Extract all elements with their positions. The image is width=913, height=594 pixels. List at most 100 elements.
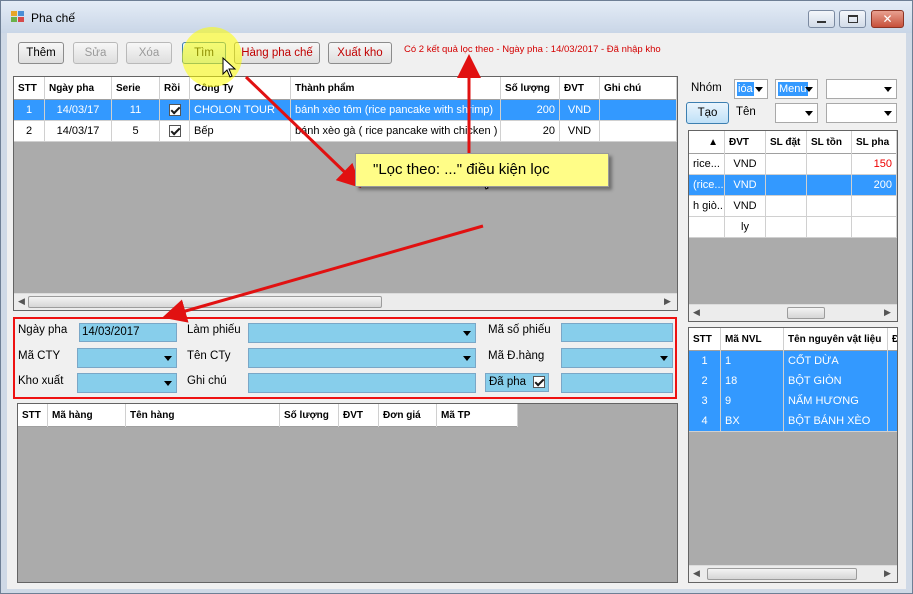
- scroll-thumb[interactable]: [707, 568, 857, 580]
- warehouse-combo[interactable]: [77, 373, 177, 393]
- delete-button[interactable]: Xóa: [126, 42, 172, 64]
- col-quantity[interactable]: Số lượng: [280, 404, 339, 427]
- scroll-left-icon[interactable]: ◀: [693, 568, 700, 579]
- list-item[interactable]: ly: [689, 217, 897, 238]
- export-button[interactable]: Xuất kho: [328, 42, 392, 64]
- company-name-combo[interactable]: [248, 348, 476, 368]
- filter-combo-1[interactable]: [826, 79, 897, 99]
- scroll-left-icon[interactable]: ◀: [18, 296, 25, 307]
- col-material-code[interactable]: Mã NVL: [721, 328, 784, 351]
- cell-ordered: [766, 154, 807, 175]
- table-row[interactable]: 2 14/03/17 5 Bếp bánh xèo gà ( rice panc…: [14, 121, 677, 142]
- note-field[interactable]: [248, 373, 476, 393]
- col-note[interactable]: Ghi chú: [600, 77, 677, 100]
- col-stt[interactable]: STT: [14, 77, 45, 100]
- products-button[interactable]: Hàng pha chế: [234, 42, 320, 64]
- chevron-down-icon[interactable]: [884, 87, 892, 92]
- main-grid[interactable]: STT Ngày pha Serie Rồi Công Ty Thành phẩ…: [13, 76, 678, 311]
- scroll-thumb[interactable]: [787, 307, 825, 319]
- list-item[interactable]: 2 18 BỘT GIÒN: [689, 371, 897, 392]
- col-company[interactable]: Công Ty: [190, 77, 291, 100]
- done-checkbox[interactable]: [168, 125, 181, 138]
- scroll-left-icon[interactable]: ◀: [693, 307, 700, 318]
- scroll-thumb[interactable]: [28, 296, 382, 308]
- list-item[interactable]: 1 1 CỐT DỪA: [689, 351, 897, 372]
- chevron-down-icon[interactable]: [660, 356, 668, 361]
- done-checkbox[interactable]: [168, 104, 181, 117]
- menu-combo[interactable]: Menu: [775, 79, 818, 99]
- material-grid-hscrollbar[interactable]: ◀ ▶: [689, 565, 897, 582]
- col-date[interactable]: Ngày pha: [45, 77, 112, 100]
- chevron-down-icon[interactable]: [463, 356, 471, 361]
- sort-icon[interactable]: ▲: [689, 131, 725, 154]
- scroll-right-icon[interactable]: ▶: [884, 568, 891, 579]
- annotation-callout: "Lọc theo: ..." điều kiện lọc: [355, 153, 609, 187]
- name-combo[interactable]: [775, 103, 818, 123]
- col-ordered[interactable]: SL đặt: [766, 131, 807, 154]
- order-code-combo[interactable]: [561, 348, 673, 368]
- col-unit[interactable]: ĐVT: [725, 131, 766, 154]
- table-row[interactable]: 1 14/03/17 11 CHOLON TOUR bánh xèo tôm (…: [14, 100, 677, 121]
- chevron-down-icon[interactable]: [884, 111, 892, 116]
- group-combo[interactable]: ióa: [734, 79, 768, 99]
- create-button[interactable]: Tạo: [686, 102, 729, 124]
- upper-grid-hscrollbar[interactable]: ◀ ▶: [689, 304, 897, 321]
- mixed-checkbox-box[interactable]: Đã pha: [485, 373, 549, 392]
- col-stt[interactable]: STT: [18, 404, 48, 427]
- company-code-combo[interactable]: [77, 348, 177, 368]
- ticket-field[interactable]: [561, 323, 673, 342]
- app-icon: [11, 11, 24, 22]
- close-button[interactable]: ✕: [871, 10, 904, 28]
- maximize-button[interactable]: [839, 10, 866, 28]
- col-unit[interactable]: ĐVT: [339, 404, 379, 427]
- col-price[interactable]: Đơn giá: [379, 404, 437, 427]
- col-product-code[interactable]: Mã TP: [437, 404, 518, 427]
- mixed-checkbox[interactable]: [533, 376, 545, 388]
- cell-stock: [807, 217, 852, 238]
- edit-button[interactable]: Sửa: [73, 42, 118, 64]
- list-item[interactable]: (rice... VND 200: [689, 175, 897, 196]
- cell-unit: VND: [560, 121, 600, 142]
- cell-done[interactable]: [160, 100, 190, 121]
- date-field[interactable]: 14/03/2017: [79, 323, 177, 342]
- chevron-down-icon[interactable]: [755, 87, 763, 92]
- extra-field[interactable]: [561, 373, 673, 393]
- col-stt[interactable]: STT: [689, 328, 721, 351]
- add-button[interactable]: Thêm: [18, 42, 64, 64]
- cell-done[interactable]: [160, 121, 190, 142]
- chevron-down-icon[interactable]: [805, 87, 813, 92]
- list-item[interactable]: rice... VND 150: [689, 154, 897, 175]
- col-quantity[interactable]: Số lượng: [501, 77, 560, 100]
- list-item[interactable]: 4 BX BỘT BÁNH XÈO: [689, 411, 897, 432]
- maker-label: Làm phiếu: [187, 324, 241, 336]
- col-material-name[interactable]: Tên nguyên vật liệu: [784, 328, 888, 351]
- list-item[interactable]: h giò... VND: [689, 196, 897, 217]
- main-grid-hscrollbar[interactable]: ◀ ▶: [14, 293, 677, 310]
- material-grid[interactable]: STT Mã NVL Tên nguyên vật liệu Đ 1 1 CỐT…: [688, 327, 898, 583]
- chevron-down-icon[interactable]: [164, 356, 172, 361]
- col-mix[interactable]: SL pha: [852, 131, 897, 154]
- col-stock[interactable]: SL tồn: [807, 131, 852, 154]
- col-item-code[interactable]: Mã hàng: [48, 404, 126, 427]
- col-extra[interactable]: Đ: [888, 328, 897, 351]
- scroll-right-icon[interactable]: ▶: [664, 296, 671, 307]
- col-done[interactable]: Rồi: [160, 77, 190, 100]
- col-unit[interactable]: ĐVT: [560, 77, 600, 100]
- cell-product: bánh xèo tôm (rice pancake with shrimp): [291, 100, 501, 121]
- col-product[interactable]: Thành phẩm: [291, 77, 501, 100]
- cell-name: rice...: [689, 154, 725, 175]
- col-item-name[interactable]: Tên hàng: [126, 404, 280, 427]
- maker-combo[interactable]: [248, 323, 476, 343]
- scroll-right-icon[interactable]: ▶: [884, 307, 891, 318]
- mixed-label: Đã pha: [489, 376, 527, 388]
- minimize-button[interactable]: [808, 10, 835, 28]
- chevron-down-icon[interactable]: [164, 381, 172, 386]
- detail-grid[interactable]: STT Mã hàng Tên hàng Số lượng ĐVT Đơn gi…: [17, 403, 678, 583]
- list-item[interactable]: 3 9 NẤM HƯƠNG: [689, 391, 897, 412]
- upper-right-grid[interactable]: ▲ ĐVT SL đặt SL tồn SL pha rice... VND 1…: [688, 130, 898, 322]
- col-serie[interactable]: Serie: [112, 77, 160, 100]
- chevron-down-icon[interactable]: [805, 111, 813, 116]
- chevron-down-icon[interactable]: [463, 331, 471, 336]
- filter-combo-2[interactable]: [826, 103, 897, 123]
- find-button[interactable]: Tìm: [182, 42, 226, 64]
